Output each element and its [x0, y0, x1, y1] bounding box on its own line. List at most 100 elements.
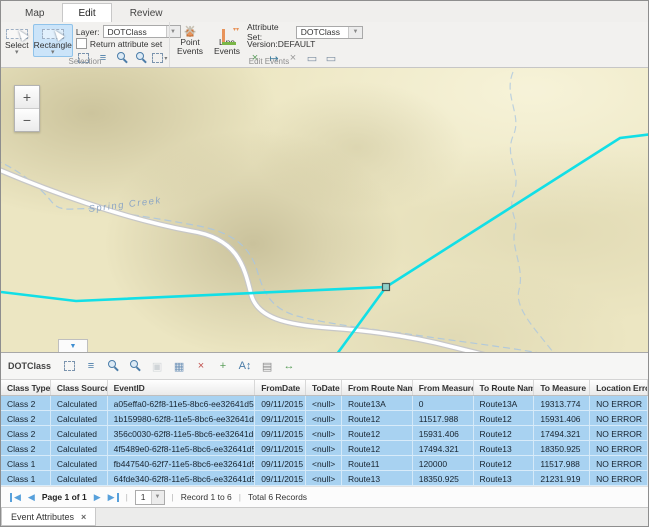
- zoom-out-button[interactable]: −: [15, 108, 39, 131]
- chevron-down-icon: ▾: [51, 50, 55, 56]
- page-number-value: 1: [136, 492, 151, 502]
- column-header[interactable]: FromDate: [255, 380, 306, 395]
- creek-label: Spring Creek: [88, 195, 162, 215]
- table-toolbar: DOTClass ≡▣▦×+A↕▤↔: [1, 353, 648, 379]
- previous-page-icon[interactable]: ◀: [28, 493, 35, 502]
- add-table-icon[interactable]: +: [215, 359, 231, 373]
- table-cell: 21231.919: [534, 471, 590, 485]
- chevron-down-icon: ▼: [151, 491, 164, 504]
- table-cell: 11517.988: [534, 456, 590, 470]
- sort-icon[interactable]: A↕: [237, 359, 253, 373]
- tab-label: Event Attributes: [11, 512, 74, 522]
- select-cursor-icon: [6, 29, 28, 39]
- table-cell: 1b159980-62f8-11e5-8bc6-ee32641d5ec9: [108, 411, 256, 425]
- table-cell: Route11: [342, 456, 413, 470]
- table-cell: 0: [413, 396, 474, 410]
- zoom-in-button[interactable]: +: [15, 86, 39, 108]
- chevron-down-icon: ▼: [70, 343, 77, 350]
- column-header[interactable]: From Route Name: [342, 380, 413, 395]
- table-cell: a05effa0-62f8-11e5-8bc6-ee32641d5ec9: [108, 396, 256, 410]
- table-cell: Route12: [474, 411, 535, 425]
- point-events-button[interactable]: Point Events: [173, 24, 207, 57]
- route-event-line-northeast[interactable]: [386, 134, 648, 287]
- map-overlay: Spring Creek: [1, 68, 648, 352]
- table-cell: 18350.925: [534, 441, 590, 455]
- creek-line-branch: [510, 72, 553, 352]
- switch-table-icon[interactable]: ▦: [171, 359, 187, 373]
- table-row[interactable]: Class 1Calculatedfb447540-62f7-11e5-8bc6…: [1, 456, 648, 471]
- page-number-dropdown[interactable]: 1 ▼: [135, 490, 165, 505]
- page-layout-icon[interactable]: ▤: [259, 359, 275, 373]
- column-header[interactable]: Class Source: [51, 380, 108, 395]
- map-view[interactable]: Spring Creek + − ▼: [1, 68, 648, 352]
- column-header[interactable]: ToDate: [306, 380, 342, 395]
- separator: |: [126, 492, 128, 502]
- edit-events-group-label: Edit Events: [170, 57, 368, 67]
- line-events-button[interactable]: ▾▾ Line Events: [210, 24, 244, 57]
- creek-line: [1, 160, 648, 352]
- fit-columns-icon[interactable]: ↔: [281, 359, 297, 373]
- table-cell: 120000: [413, 456, 474, 470]
- ribbon-tab-edit[interactable]: Edit: [62, 3, 111, 22]
- delete-row-icon[interactable]: ×: [193, 359, 209, 373]
- route-event-line-south[interactable]: [337, 287, 386, 352]
- bottom-tab-bar: Event Attributes ×: [1, 507, 648, 526]
- table-row[interactable]: Class 2Calculated1b159980-62f8-11e5-8bc6…: [1, 411, 648, 426]
- first-page-icon[interactable]: ◀: [10, 493, 21, 502]
- attribute-set-dropdown[interactable]: DOTClass ▼: [296, 26, 363, 39]
- ribbon-tab-map[interactable]: Map: [9, 3, 60, 22]
- table-cell: 64fde340-62f8-11e5-8bc6-ee32641d5ec9: [108, 471, 256, 485]
- application-window: MapEditReview Select ▾ Rectangle ▾ Layer…: [0, 0, 649, 527]
- next-page-icon[interactable]: ▶: [94, 493, 101, 502]
- column-header[interactable]: To Measure: [534, 380, 590, 395]
- table-row[interactable]: Class 2Calculated356c0030-62f8-11e5-8bc6…: [1, 426, 648, 441]
- table-cell: Route13: [474, 441, 535, 455]
- column-header[interactable]: From Measure: [413, 380, 474, 395]
- table-row[interactable]: Class 2Calculated4f5489e0-62f8-11e5-8bc6…: [1, 441, 648, 456]
- table-row[interactable]: Class 1Calculated64fde340-62f8-11e5-8bc6…: [1, 471, 648, 486]
- table-cell: 18350.925: [413, 471, 474, 485]
- column-header[interactable]: To Route Name: [474, 380, 535, 395]
- table-cell: Calculated: [51, 456, 108, 470]
- line-events-label: Line Events: [211, 38, 243, 56]
- table-cell: Class 1: [1, 456, 51, 470]
- table-cell: NO ERROR: [590, 456, 648, 470]
- zoom-to-selection-icon[interactable]: [105, 359, 121, 373]
- table-cell: Calculated: [51, 426, 108, 440]
- last-page-icon[interactable]: ▶: [108, 493, 119, 502]
- table-cell: Class 2: [1, 411, 51, 425]
- table-cell: Calculated: [51, 411, 108, 425]
- table-cell: Route13: [474, 471, 535, 485]
- table-cell: 11517.988: [413, 411, 474, 425]
- rectangle-select-icon: [42, 29, 64, 39]
- return-attribute-set-checkbox[interactable]: [76, 38, 87, 49]
- separator: |: [239, 492, 241, 502]
- select-by-rectangle-icon[interactable]: [61, 359, 77, 373]
- table-menu-icon[interactable]: ≡: [83, 359, 99, 373]
- table-cell: <null>: [306, 426, 342, 440]
- panel-collapse-button[interactable]: ▼: [58, 339, 88, 352]
- table-cell: NO ERROR: [590, 471, 648, 485]
- ribbon-tab-review[interactable]: Review: [114, 3, 179, 22]
- table-cell: Route13A: [474, 396, 535, 410]
- table-cell: 15931.406: [534, 411, 590, 425]
- table-cell: NO ERROR: [590, 426, 648, 440]
- route-junction-vertex[interactable]: [383, 284, 390, 291]
- close-icon[interactable]: ×: [81, 512, 86, 522]
- pan-to-selection-icon[interactable]: [127, 359, 143, 373]
- layer-label: Layer:: [76, 27, 100, 37]
- column-header[interactable]: Location Error: [590, 380, 648, 395]
- select-tool-button[interactable]: Select ▾: [4, 24, 30, 57]
- table-cell: 09/11/2015: [255, 471, 306, 485]
- table-row[interactable]: Class 2Calculateda05effa0-62f8-11e5-8bc6…: [1, 396, 648, 411]
- table-cell: <null>: [306, 396, 342, 410]
- table-cell: Calculated: [51, 441, 108, 455]
- table-header-row: Class TypeClass SourceEventIDFromDateToD…: [1, 379, 648, 396]
- rectangle-tool-button[interactable]: Rectangle ▾: [33, 24, 73, 57]
- column-header[interactable]: EventID: [108, 380, 256, 395]
- table-cell: Route12: [474, 456, 535, 470]
- attribute-set-dropdown-value: DOTClass: [297, 27, 348, 37]
- route-event-line-west[interactable]: [1, 287, 386, 301]
- tab-event-attributes[interactable]: Event Attributes ×: [1, 508, 96, 526]
- column-header[interactable]: Class Type: [1, 380, 51, 395]
